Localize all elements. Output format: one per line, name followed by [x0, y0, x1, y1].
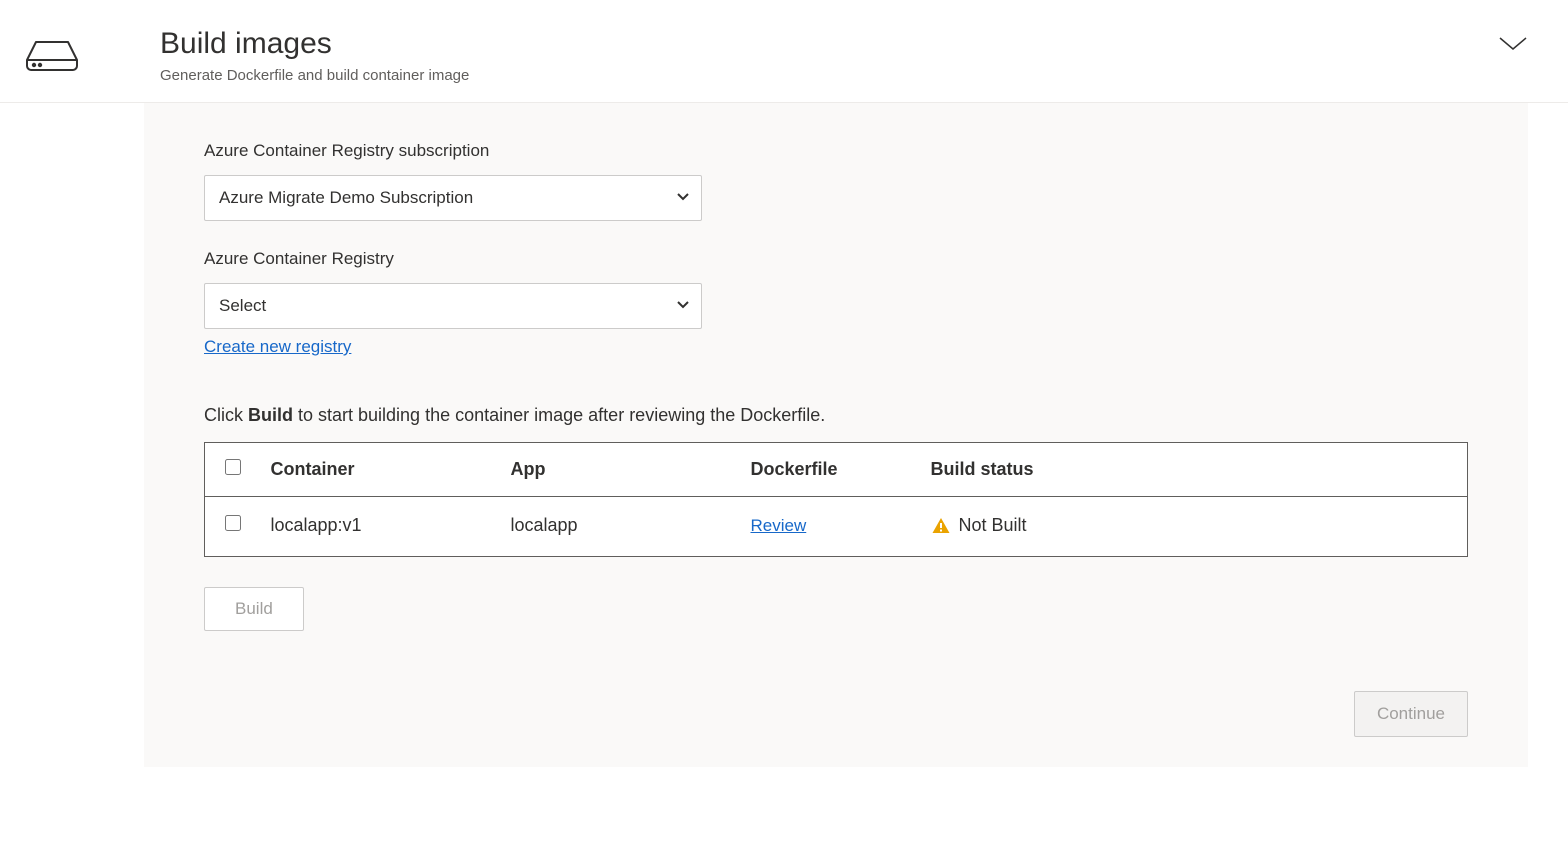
review-link[interactable]: Review — [751, 516, 807, 536]
subscription-select[interactable] — [204, 175, 702, 221]
header-app: App — [501, 443, 741, 497]
subscription-field-group: Azure Container Registry subscription — [204, 141, 1468, 221]
subscription-label: Azure Container Registry subscription — [204, 141, 1468, 161]
table-row: localapp:v1 localapp Review — [205, 497, 1468, 557]
build-table: Container App Dockerfile Build status lo… — [204, 442, 1468, 557]
warning-icon — [931, 516, 951, 536]
header-dockerfile: Dockerfile — [741, 443, 921, 497]
registry-select[interactable] — [204, 283, 702, 329]
row-dockerfile-cell: Review — [741, 497, 921, 557]
create-registry-link[interactable]: Create new registry — [204, 337, 351, 357]
continue-button[interactable]: Continue — [1354, 691, 1468, 737]
instruction-text: Click Build to start building the contai… — [204, 405, 1468, 426]
header-container: Container — [261, 443, 501, 497]
page-title: Build images — [160, 24, 1528, 63]
disk-icon — [24, 38, 80, 79]
row-status-cell: Not Built — [921, 497, 1468, 557]
header-status: Build status — [921, 443, 1468, 497]
page-header: Build images Generate Dockerfile and bui… — [0, 0, 1568, 103]
header-checkbox-cell — [205, 443, 261, 497]
row-status: Not Built — [959, 515, 1027, 536]
registry-field-group: Azure Container Registry Create new regi… — [204, 249, 1468, 357]
build-button[interactable]: Build — [204, 587, 304, 631]
page-subtitle: Generate Dockerfile and build container … — [160, 65, 1528, 86]
content-panel: Azure Container Registry subscription Az… — [144, 103, 1528, 767]
instruction-bold: Build — [248, 405, 293, 425]
collapse-chevron-icon[interactable] — [1498, 36, 1528, 57]
row-checkbox-cell — [205, 497, 261, 557]
select-all-checkbox[interactable] — [225, 459, 241, 475]
row-container: localapp:v1 — [261, 497, 501, 557]
row-checkbox[interactable] — [225, 515, 241, 531]
instruction-prefix: Click — [204, 405, 248, 425]
instruction-suffix: to start building the container image af… — [293, 405, 825, 425]
row-app: localapp — [501, 497, 741, 557]
registry-label: Azure Container Registry — [204, 249, 1468, 269]
